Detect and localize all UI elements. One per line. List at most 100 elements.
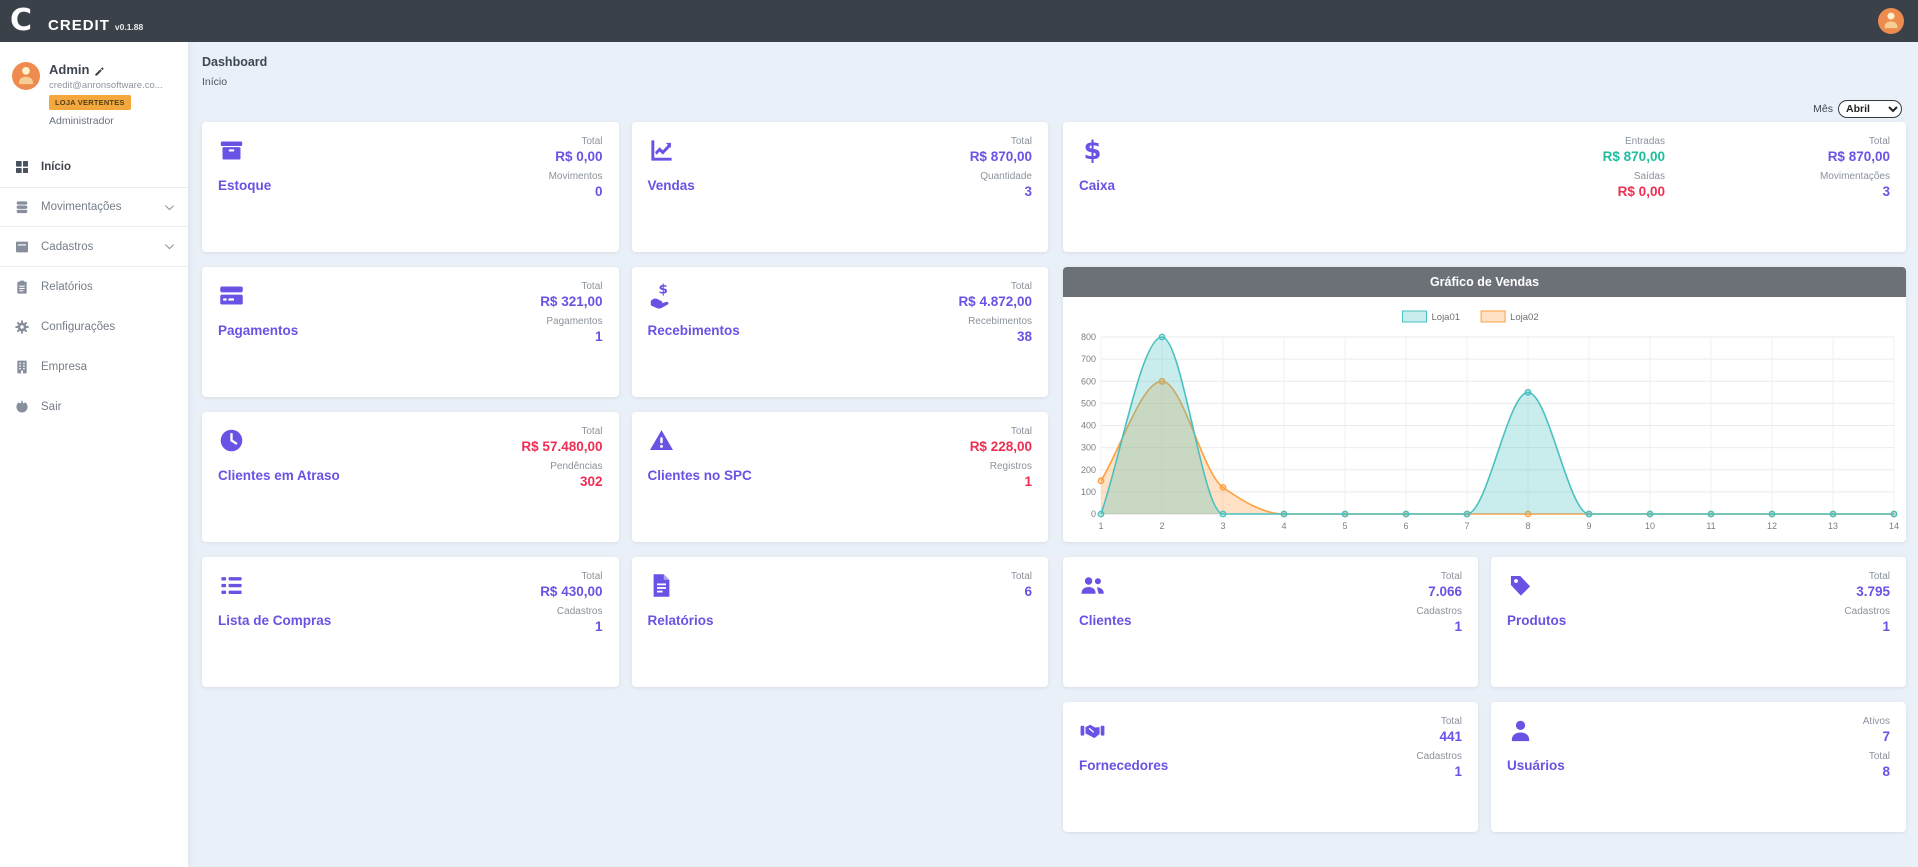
sidebar-item-label: Sair (41, 401, 61, 413)
card-title: Clientes (1079, 613, 1132, 628)
person-icon (1881, 9, 1901, 34)
grid-icon (14, 159, 30, 175)
user-name: Admin (49, 62, 89, 77)
stat-value: 6 (1011, 583, 1032, 601)
user-icon (1507, 717, 1534, 744)
month-label: Mês (1813, 103, 1833, 115)
card-title: Relatórios (648, 613, 714, 628)
stat-value: 1 (1416, 763, 1462, 781)
stat-label: Saídas (1603, 170, 1665, 183)
svg-text:500: 500 (1081, 398, 1096, 408)
list-icon (218, 572, 245, 599)
card-clientes-no-spc[interactable]: Clientes no SPC Total R$ 228,00 Registro… (632, 412, 1049, 542)
left-card-grid: Estoque Total R$ 0,00 Movimentos 0 Venda… (202, 122, 1048, 687)
card-title: Vendas (648, 178, 695, 193)
sales-chart: 0100200300400500600700800123456789101112… (1063, 297, 1906, 542)
stat-value: 1 (1844, 618, 1890, 636)
credit-card-icon (218, 282, 245, 309)
card-vendas[interactable]: Vendas Total R$ 870,00 Quantidade 3 (632, 122, 1049, 252)
building-icon (14, 359, 30, 375)
dollar-icon: $ (1079, 137, 1106, 164)
stat-value: 8 (1863, 763, 1890, 781)
svg-text:14: 14 (1889, 521, 1899, 531)
app-name: CREDIT (48, 17, 110, 34)
sidebar-item-inicio[interactable]: Início (0, 147, 188, 187)
stat-label: Cadastros (1416, 605, 1462, 618)
stat-label: Pendências (521, 460, 602, 473)
svg-text:13: 13 (1828, 521, 1838, 531)
sidebar-item-configuracoes[interactable]: Configurações (0, 307, 188, 347)
box-icon (218, 137, 245, 164)
svg-text:800: 800 (1081, 332, 1096, 342)
topbar: C CREDIT v0.1.88 (0, 0, 1918, 42)
card-estoque[interactable]: Estoque Total R$ 0,00 Movimentos 0 (202, 122, 619, 252)
card-title: Pagamentos (218, 323, 298, 338)
user-avatar-button[interactable] (1878, 8, 1904, 34)
card-title: Lista de Compras (218, 613, 331, 628)
stat-value: R$ 870,00 (1603, 148, 1665, 166)
card-pagamentos[interactable]: Pagamentos Total R$ 321,00 Pagamentos 1 (202, 267, 619, 397)
card-clientes[interactable]: Clientes Total 7.066 Cadastros 1 (1063, 557, 1478, 687)
store-badge: LOJA VERTENTES (49, 95, 131, 110)
card-usuarios[interactable]: Usuários Ativos 7 Total 8 (1491, 702, 1906, 832)
svg-text:$: $ (658, 282, 667, 297)
stat-label: Total (1820, 135, 1890, 148)
stat-label: Cadastros (1844, 605, 1890, 618)
stat-label: Total (540, 280, 602, 293)
stat-value: R$ 870,00 (970, 148, 1032, 166)
stat-value: 3 (1820, 183, 1890, 201)
stat-label: Recebimentos (958, 315, 1032, 328)
sidebar-item-empresa[interactable]: Empresa (0, 347, 188, 387)
svg-text:1: 1 (1098, 521, 1103, 531)
svg-text:Loja02: Loja02 (1510, 312, 1539, 323)
sidebar-item-movimentacoes[interactable]: Movimentações (0, 187, 188, 227)
svg-text:4: 4 (1281, 521, 1286, 531)
person-icon (15, 63, 37, 90)
sidebar-item-sair[interactable]: Sair (0, 387, 188, 427)
sidebar-item-label: Movimentações (41, 201, 122, 213)
stat-value: 1 (540, 328, 602, 346)
stat-value: 1 (540, 618, 602, 636)
chart-title: Gráfico de Vendas (1063, 267, 1906, 297)
breadcrumb: Início (202, 76, 1918, 88)
stat-value: R$ 0,00 (549, 148, 603, 166)
svg-text:10: 10 (1645, 521, 1655, 531)
svg-text:700: 700 (1081, 354, 1096, 364)
stat-value: R$ 870,00 (1820, 148, 1890, 166)
card-title: Caixa (1079, 178, 1115, 193)
stat-value: R$ 4.872,00 (958, 293, 1032, 311)
card-produtos[interactable]: Produtos Total 3.795 Cadastros 1 (1491, 557, 1906, 687)
stat-label: Total (521, 425, 602, 438)
users-icon (1079, 572, 1106, 599)
sidebar-item-cadastros[interactable]: Cadastros (0, 227, 188, 267)
stat-label: Cadastros (1416, 750, 1462, 763)
svg-text:200: 200 (1081, 465, 1096, 475)
stat-label: Total (540, 570, 602, 583)
app-version: v0.1.88 (115, 22, 143, 32)
stat-value: R$ 228,00 (970, 438, 1032, 456)
stat-label: Entradas (1603, 135, 1665, 148)
card-title: Usuários (1507, 758, 1565, 773)
stat-value: R$ 57.480,00 (521, 438, 602, 456)
card-title: Fornecedores (1079, 758, 1168, 773)
card-fornecedores[interactable]: Fornecedores Total 441 Cadastros 1 (1063, 702, 1478, 832)
card-clientes-em-atraso[interactable]: Clientes em Atraso Total R$ 57.480,00 Pe… (202, 412, 619, 542)
avatar (12, 62, 40, 90)
stat-label: Movimentações (1820, 170, 1890, 183)
card-caixa[interactable]: $ Caixa Entradas R$ 870,00 Saídas R$ 0,0… (1063, 122, 1906, 252)
power-icon (14, 399, 30, 415)
card-relatorios[interactable]: Relatórios Total 6 (632, 557, 1049, 687)
sidebar-item-relatorios[interactable]: Relatórios (0, 267, 188, 307)
edit-profile-icon[interactable] (94, 64, 105, 75)
page-title: Dashboard (202, 55, 1918, 69)
card-recebimentos[interactable]: $ Recebimentos Total R$ 4.872,00 Recebim… (632, 267, 1049, 397)
card-lista-de-compras[interactable]: Lista de Compras Total R$ 430,00 Cadastr… (202, 557, 619, 687)
card-title: Clientes no SPC (648, 468, 752, 483)
clipboard-icon (14, 279, 30, 295)
month-select[interactable]: Abril (1838, 100, 1902, 118)
svg-text:100: 100 (1081, 487, 1096, 497)
stat-value: 3.795 (1844, 583, 1890, 601)
card-title: Produtos (1507, 613, 1566, 628)
svg-text:3: 3 (1220, 521, 1225, 531)
svg-text:8: 8 (1525, 521, 1530, 531)
